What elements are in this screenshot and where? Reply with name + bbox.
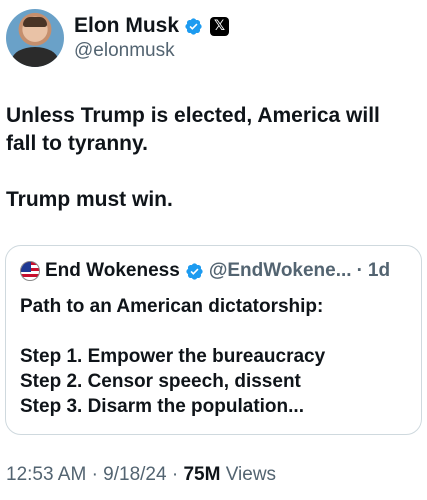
author-name-row: Elon Musk 𝕏 <box>74 14 230 38</box>
separator-dot: · <box>356 260 363 281</box>
separator-dot: · <box>171 464 179 485</box>
verified-badge-icon[interactable] <box>184 17 203 36</box>
tweet-meta: 12:53 AM · 9/18/24 · 75M Views <box>6 464 276 486</box>
quoted-tweet-text: Path to an American dictatorship: Step 1… <box>20 296 326 417</box>
quoted-tweet-header: End Wokeness @EndWokene... · 1d <box>20 260 390 282</box>
avatar[interactable] <box>6 9 64 67</box>
quoted-display-name[interactable]: End Wokeness <box>45 260 180 282</box>
quoted-handle[interactable]: @EndWokene... <box>209 260 352 282</box>
tweet-header: Elon Musk 𝕏 @elonmusk <box>6 8 230 68</box>
avatar-shirt <box>12 47 58 67</box>
views-label: Views <box>225 464 277 485</box>
tweet-time[interactable]: 12:53 AM <box>6 464 86 485</box>
views-count[interactable]: 75M <box>183 464 220 485</box>
quoted-tweet[interactable]: End Wokeness @EndWokene... · 1d Path to … <box>5 245 422 435</box>
tweet-detail: Elon Musk 𝕏 @elonmusk Unless Trump is el… <box>0 0 427 500</box>
tweet-text: Unless Trump is elected, America will fa… <box>6 104 380 211</box>
separator-dot: · <box>91 464 98 485</box>
author-info: Elon Musk 𝕏 @elonmusk <box>74 14 230 62</box>
author-handle[interactable]: @elonmusk <box>74 40 229 62</box>
quoted-avatar[interactable] <box>20 261 40 281</box>
quoted-timestamp[interactable]: 1d <box>368 260 390 282</box>
tweet-date[interactable]: 9/18/24 <box>103 464 166 485</box>
verified-badge-icon <box>186 262 203 280</box>
avatar-hair <box>23 17 47 27</box>
x-logo-icon[interactable]: 𝕏 <box>210 16 230 36</box>
author-display-name[interactable]: Elon Musk <box>74 14 179 38</box>
